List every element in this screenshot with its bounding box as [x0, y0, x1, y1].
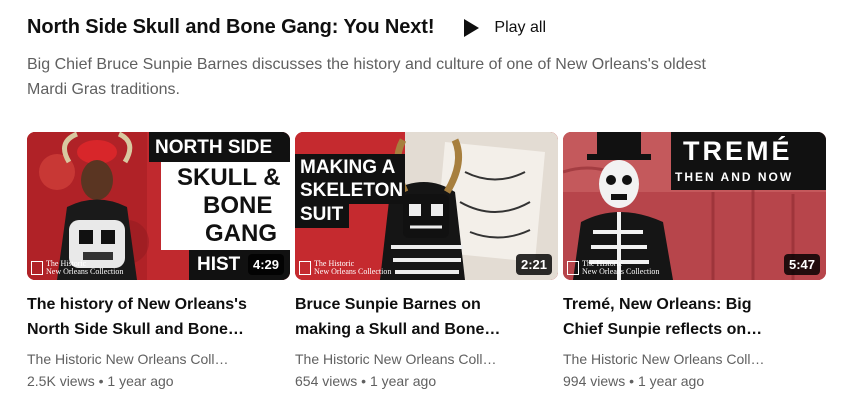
thumbnail-caption: THEN AND NOW: [675, 170, 794, 184]
watermark-line: New Orleans Collection: [314, 267, 392, 276]
video-list: NORTH SIDE SKULL & BONE GANG HIST The Hi…: [27, 132, 827, 402]
video-title-line: The history of New Orleans's: [27, 296, 247, 313]
video-title-line: North Side Skull and Bone…: [27, 321, 244, 338]
video-metadata: 654 views • 1 year ago: [295, 372, 558, 390]
meta-separator: •: [361, 373, 367, 389]
channel-name[interactable]: The Historic New Orleans Coll…: [27, 350, 257, 368]
video-title[interactable]: Bruce Sunpie Barnes on making a Skull an…: [295, 292, 558, 342]
thumbnail-caption: SKELETON: [300, 180, 404, 201]
watermark-line: New Orleans Collection: [46, 267, 124, 276]
shelf-description: Big Chief Bruce Sunpie Barnes discusses …: [27, 52, 807, 102]
view-count: 654 views: [295, 373, 358, 389]
view-count: 994 views: [563, 373, 626, 389]
video-title[interactable]: Tremé, New Orleans: Big Chief Sunpie ref…: [563, 292, 826, 342]
hnoc-logo-icon: [31, 261, 43, 275]
thumbnail-caption: SKULL &: [177, 164, 281, 191]
channel-watermark: The Historic New Orleans Collection: [567, 260, 659, 276]
meta-separator: •: [629, 373, 635, 389]
play-all-label: Play all: [494, 18, 546, 36]
video-card[interactable]: MAKING A SKELETON SUIT The Historic New …: [295, 132, 558, 390]
watermark-line: New Orleans Collection: [582, 267, 660, 276]
duration-badge: 2:21: [515, 254, 552, 275]
video-title[interactable]: The history of New Orleans's North Side …: [27, 292, 290, 342]
upload-age: 1 year ago: [107, 373, 174, 389]
meta-separator: •: [98, 373, 104, 389]
channel-name[interactable]: The Historic New Orleans Coll…: [295, 350, 525, 368]
video-title-line: Chief Sunpie reflects on…: [563, 321, 763, 338]
video-card[interactable]: NORTH SIDE SKULL & BONE GANG HIST The Hi…: [27, 132, 290, 390]
thumbnail-caption: BONE: [203, 192, 273, 219]
channel-name[interactable]: The Historic New Orleans Coll…: [563, 350, 793, 368]
video-title-line: Tremé, New Orleans: Big: [563, 296, 752, 313]
thumbnail-caption: MAKING A: [300, 157, 396, 178]
thumbnail-caption: SUIT: [300, 204, 344, 225]
description-line-1: Big Chief Bruce Sunpie Barnes discusses …: [27, 56, 706, 73]
shelf-title[interactable]: North Side Skull and Bone Gang: You Next…: [27, 16, 435, 39]
duration-badge: 5:47: [783, 254, 820, 275]
shelf-header: North Side Skull and Bone Gang: You Next…: [27, 16, 546, 39]
thumbnail-caption: GANG: [205, 220, 277, 247]
thumbnail-caption: TREMÉ: [683, 136, 793, 166]
channel-watermark: The Historic New Orleans Collection: [31, 260, 123, 276]
video-card[interactable]: TREMÉ THEN AND NOW The Historic New Orle…: [563, 132, 826, 390]
thumbnail-caption: HIST: [197, 254, 241, 275]
upload-age: 1 year ago: [369, 373, 437, 389]
view-count: 2.5K views: [27, 373, 95, 389]
video-metadata: 2.5K views • 1 year ago: [27, 372, 290, 390]
channel-watermark: The Historic New Orleans Collection: [299, 260, 391, 276]
hnoc-logo-icon: [567, 261, 579, 275]
play-triangle-icon: [464, 18, 480, 37]
video-thumbnail[interactable]: TREMÉ THEN AND NOW The Historic New Orle…: [563, 132, 826, 280]
play-all-button[interactable]: Play all: [462, 18, 546, 38]
video-metadata: 994 views • 1 year ago: [563, 372, 826, 390]
hnoc-logo-icon: [299, 261, 311, 275]
video-thumbnail[interactable]: MAKING A SKELETON SUIT The Historic New …: [295, 132, 558, 280]
description-line-2: Mardi Gras traditions.: [27, 81, 180, 98]
upload-age: 1 year ago: [637, 373, 705, 389]
video-title-line: making a Skull and Bone…: [295, 321, 501, 338]
duration-badge: 4:29: [247, 254, 284, 275]
thumbnail-caption: NORTH SIDE: [155, 137, 273, 158]
video-title-line: Bruce Sunpie Barnes on: [295, 296, 481, 313]
video-thumbnail[interactable]: NORTH SIDE SKULL & BONE GANG HIST The Hi…: [27, 132, 290, 280]
